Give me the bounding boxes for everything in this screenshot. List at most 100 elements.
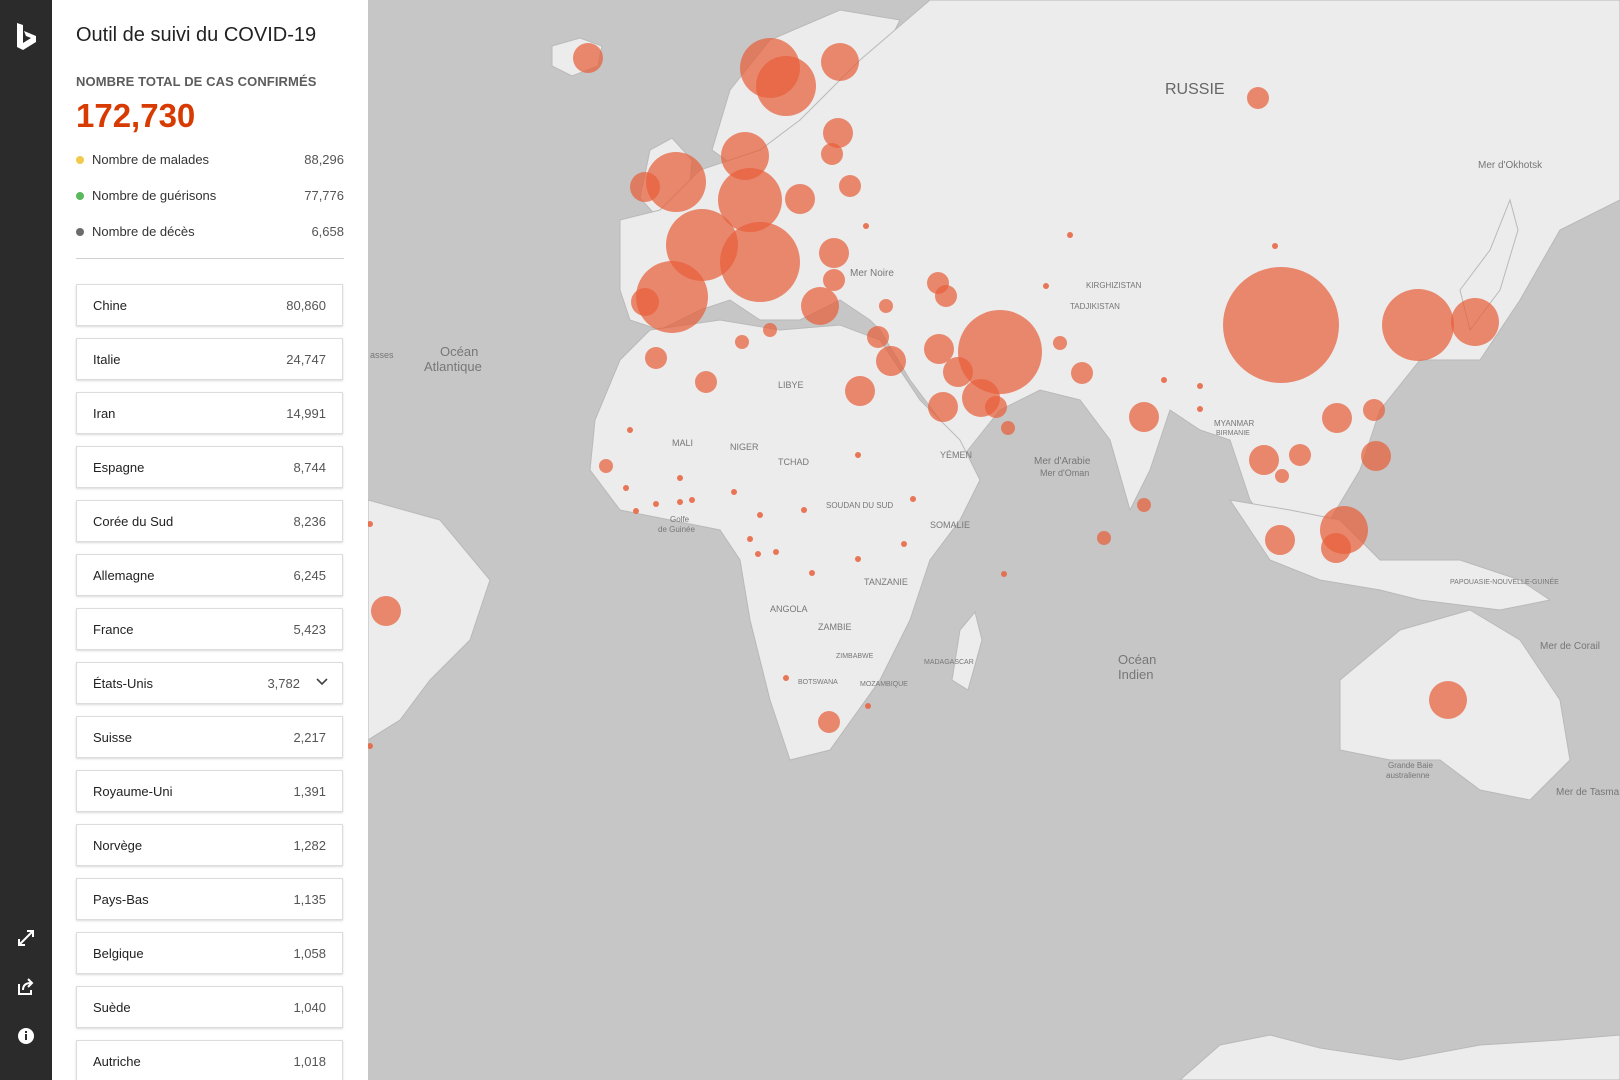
case-dot[interactable] [1001,571,1007,577]
case-bubble[interactable] [823,269,845,291]
case-dot[interactable] [855,452,861,458]
case-bubble[interactable] [645,347,667,369]
case-dot[interactable] [783,675,789,681]
case-bubble[interactable] [819,238,849,268]
case-dot[interactable] [1197,383,1203,389]
case-bubble[interactable] [845,376,875,406]
case-bubble[interactable] [1247,87,1269,109]
case-bubble[interactable] [1265,525,1295,555]
case-bubble[interactable] [1223,267,1339,383]
case-bubble[interactable] [801,287,839,325]
case-dot[interactable] [1161,377,1167,383]
case-bubble[interactable] [1429,681,1467,719]
country-card-italie[interactable]: Italie 24,747 [76,338,343,380]
case-dot[interactable] [865,703,871,709]
country-card-belgique[interactable]: Belgique 1,058 [76,932,343,974]
case-bubble[interactable] [928,392,958,422]
expand-icon[interactable] [14,926,38,950]
case-bubble[interactable] [1097,531,1111,545]
country-card-coree-du-sud[interactable]: Corée du Sud 8,236 [76,500,343,542]
case-dot[interactable] [627,427,633,433]
case-dot[interactable] [689,497,695,503]
country-card-royaume-uni[interactable]: Royaume-Uni 1,391 [76,770,343,812]
case-dot[interactable] [1197,406,1203,412]
label-kirghizistan: KIRGHIZISTAN [1086,281,1142,290]
case-bubble[interactable] [821,143,843,165]
case-bubble[interactable] [1275,469,1289,483]
country-card-suisse[interactable]: Suisse 2,217 [76,716,343,758]
case-bubble[interactable] [867,326,889,348]
country-card-espagne[interactable]: Espagne 8,744 [76,446,343,488]
case-dot[interactable] [1043,283,1049,289]
case-bubble[interactable] [1071,362,1093,384]
case-dot[interactable] [731,489,737,495]
case-bubble[interactable] [1321,533,1351,563]
case-bubble[interactable] [599,459,613,473]
case-dot[interactable] [677,499,683,505]
case-bubble[interactable] [839,175,861,197]
case-bubble[interactable] [721,132,769,180]
case-bubble[interactable] [371,596,401,626]
case-dot[interactable] [773,549,779,555]
case-bubble[interactable] [876,346,906,376]
case-bubble[interactable] [756,56,816,116]
country-card-norvege[interactable]: Norvège 1,282 [76,824,343,866]
case-bubble[interactable] [1363,399,1385,421]
case-bubble[interactable] [1137,498,1151,512]
case-bubble[interactable] [943,357,973,387]
case-bubble[interactable] [958,310,1042,394]
country-card-chine[interactable]: Chine 80,860 [76,284,343,326]
case-dot[interactable] [863,223,869,229]
case-bubble[interactable] [935,285,957,307]
info-icon[interactable] [14,1024,38,1048]
case-bubble[interactable] [735,335,749,349]
case-dot[interactable] [653,501,659,507]
case-bubble[interactable] [1289,444,1311,466]
case-dot[interactable] [1272,243,1278,249]
country-card-france[interactable]: France 5,423 [76,608,343,650]
case-bubble[interactable] [1451,298,1499,346]
case-dot[interactable] [677,475,683,481]
country-card-iran[interactable]: Iran 14,991 [76,392,343,434]
total-cases-value: 172,730 [76,97,196,134]
case-bubble[interactable] [763,323,777,337]
case-dot[interactable] [801,507,807,513]
case-dot[interactable] [623,485,629,491]
case-bubble[interactable] [1361,441,1391,471]
case-bubble[interactable] [785,184,815,214]
case-bubble[interactable] [924,334,954,364]
case-bubble[interactable] [630,172,660,202]
case-bubble[interactable] [1322,403,1352,433]
case-dot[interactable] [855,556,861,562]
case-dot[interactable] [757,512,763,518]
case-bubble[interactable] [1001,421,1015,435]
country-card-pays-bas[interactable]: Pays-Bas 1,135 [76,878,343,920]
case-dot[interactable] [755,551,761,557]
case-dot[interactable] [1067,232,1073,238]
country-card-allemagne[interactable]: Allemagne 6,245 [76,554,343,596]
case-bubble[interactable] [573,43,603,73]
case-bubble[interactable] [1053,336,1067,350]
bing-logo-icon[interactable] [14,22,40,52]
case-dot[interactable] [910,496,916,502]
share-icon[interactable] [14,975,38,999]
case-dot[interactable] [747,536,753,542]
case-bubble[interactable] [821,43,859,81]
case-bubble[interactable] [818,711,840,733]
case-bubble[interactable] [631,288,659,316]
chevron-down-icon[interactable] [316,677,328,687]
country-card-autriche[interactable]: Autriche 1,018 [76,1040,343,1080]
country-card-suede[interactable]: Suède 1,040 [76,986,343,1028]
case-bubble[interactable] [879,299,893,313]
case-bubble[interactable] [1129,402,1159,432]
case-bubble[interactable] [1382,289,1454,361]
case-dot[interactable] [633,508,639,514]
case-bubble[interactable] [1249,445,1279,475]
case-bubble[interactable] [695,371,717,393]
case-bubble[interactable] [985,396,1007,418]
case-dot[interactable] [901,541,907,547]
case-bubble[interactable] [823,118,853,148]
country-card-etats-unis[interactable]: États-Unis 3,782 [76,662,343,704]
case-dot[interactable] [809,570,815,576]
world-map[interactable]: RUSSIE Mer d'Okhotsk Océan Atlantique Me… [368,0,1620,1080]
